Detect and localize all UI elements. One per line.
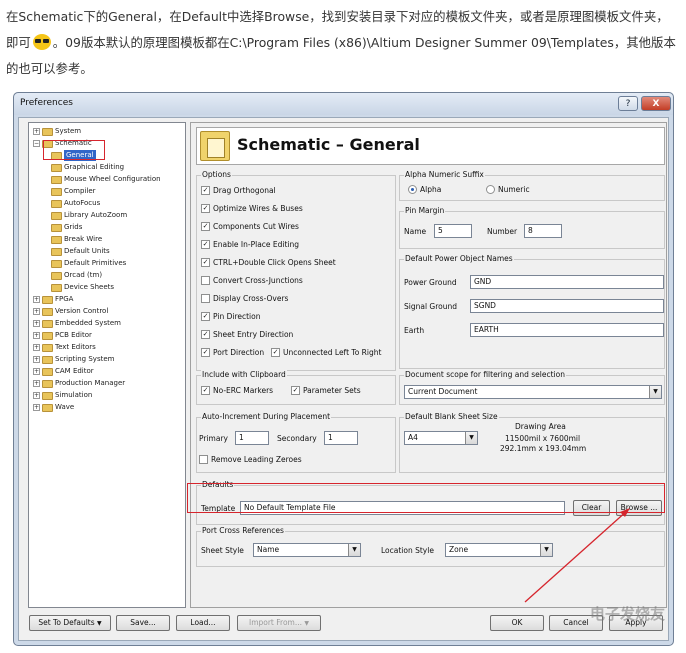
watermark: 电子发烧友 [590,605,666,623]
annotation-arrow-icon [524,508,630,603]
